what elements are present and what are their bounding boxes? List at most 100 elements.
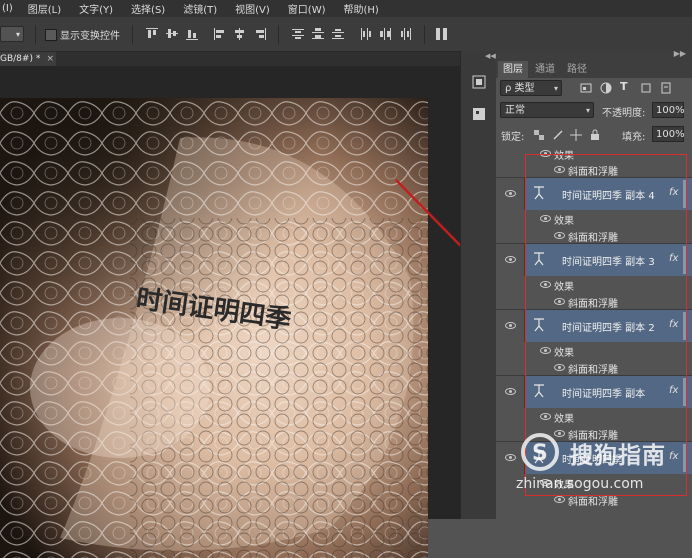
tab-layers[interactable]: 图层: [498, 61, 528, 78]
close-icon[interactable]: ×: [46, 52, 54, 66]
menu-item-help[interactable]: 帮助(H): [335, 1, 388, 16]
layer-effects-row[interactable]: 效果: [496, 342, 692, 359]
align-vcenter-icon[interactable]: [166, 28, 178, 40]
distribute-bottom-icon[interactable]: [332, 28, 344, 40]
distribute-vcenter-icon[interactable]: [312, 28, 324, 40]
divider: [132, 25, 133, 44]
menu-item-filter[interactable]: 滤镜(T): [174, 1, 226, 16]
tool-preset-dropdown[interactable]: ▾: [0, 26, 24, 42]
bevel-label: 斜面和浮雕: [568, 233, 618, 244]
opacity-input[interactable]: 100%: [652, 102, 685, 118]
fill-input[interactable]: 100%: [652, 126, 685, 142]
show-transform-checkbox[interactable]: [45, 29, 57, 41]
visibility-toggle[interactable]: [496, 442, 525, 474]
bevel-effect-row[interactable]: 斜面和浮雕: [496, 227, 692, 244]
options-bar: ▾ 显示变换控件: [0, 17, 692, 52]
layer-row[interactable]: 时间证明四季 副本 fx: [496, 375, 692, 408]
visibility-toggle[interactable]: [496, 178, 525, 210]
layer-effects-row[interactable]: 效果: [496, 408, 692, 425]
blend-mode-select[interactable]: 正常 ▾: [500, 102, 594, 118]
lock-pixels-icon[interactable]: [552, 129, 564, 141]
layer-filter-select[interactable]: ρ 类型 ▾: [500, 80, 562, 96]
effect-visibility-icon[interactable]: [554, 364, 565, 371]
effect-visibility-icon[interactable]: [554, 298, 565, 305]
text-layer-icon: [534, 186, 544, 200]
effect-visibility-icon[interactable]: [540, 347, 551, 354]
visibility-toggle[interactable]: [496, 376, 525, 408]
fx-icon[interactable]: fx: [669, 385, 678, 396]
shape-filter-icon[interactable]: [640, 82, 652, 94]
distribute-right-icon[interactable]: [400, 28, 412, 40]
menu-item-select[interactable]: 选择(S): [122, 1, 174, 16]
layer-filter-value: ρ 类型: [505, 83, 535, 94]
layer-effects-row[interactable]: 效果: [496, 474, 692, 491]
align-top-icon[interactable]: [146, 28, 158, 40]
layer-name: 时间证明四季 副本 4: [562, 191, 655, 202]
distribute-left-icon[interactable]: [360, 28, 372, 40]
menu-item-partial[interactable]: (I): [0, 3, 19, 14]
properties-panel-icon[interactable]: [467, 105, 491, 123]
menu-item-view[interactable]: 视图(V): [226, 1, 279, 16]
fx-icon[interactable]: fx: [669, 253, 678, 264]
blend-mode-value: 正常: [505, 105, 525, 116]
effect-visibility-icon[interactable]: [540, 479, 551, 486]
fx-icon[interactable]: fx: [669, 451, 678, 462]
effect-visibility-icon[interactable]: [554, 430, 565, 437]
effects-label: 效果: [554, 348, 574, 359]
smart-object-filter-icon[interactable]: [660, 82, 672, 94]
align-bottom-icon[interactable]: [186, 28, 198, 40]
bevel-effect-row[interactable]: 斜面和浮雕: [496, 425, 692, 442]
layer-scroll-grip: [683, 180, 687, 208]
layer-name: 时间证明四季 副本 2: [562, 323, 655, 334]
tab-paths[interactable]: 路径: [562, 61, 592, 78]
visibility-toggle[interactable]: [496, 310, 525, 342]
fx-icon[interactable]: fx: [669, 319, 678, 330]
lock-transparent-icon[interactable]: [534, 130, 544, 140]
effect-visibility-icon[interactable]: [540, 413, 551, 420]
effect-visibility-icon[interactable]: [540, 215, 551, 222]
layer-row[interactable]: 时间证明四季 副本 4 fx: [496, 177, 692, 210]
panel-collapse-icon[interactable]: ▶▶: [674, 49, 686, 58]
type-filter-icon[interactable]: T: [620, 80, 628, 93]
text-layer-icon: [534, 252, 544, 266]
align-right-icon[interactable]: [254, 28, 266, 40]
adjustment-filter-icon[interactable]: [600, 82, 612, 94]
bevel-effect-row[interactable]: 斜面和浮雕: [496, 293, 692, 310]
bevel-effect-row[interactable]: 斜面和浮雕: [496, 359, 692, 376]
effect-visibility-icon[interactable]: [554, 166, 565, 173]
effect-visibility-icon[interactable]: [554, 232, 565, 239]
document-tab[interactable]: GB/8#) * ×: [0, 52, 56, 66]
fx-icon[interactable]: fx: [669, 187, 678, 198]
layer-effects-row[interactable]: 效果: [496, 210, 692, 227]
opacity-label: 不透明度:: [602, 108, 646, 119]
bevel-effect-row[interactable]: 斜面和浮雕: [496, 161, 692, 178]
align-hcenter-icon[interactable]: [234, 28, 246, 40]
layer-row[interactable]: 时间证明四季 副本 3 fx: [496, 243, 692, 276]
history-panel-icon[interactable]: [467, 73, 491, 91]
menu-item-layer[interactable]: 图层(L): [19, 1, 70, 16]
bevel-label: 斜面和浮雕: [568, 299, 618, 310]
visibility-toggle[interactable]: [496, 244, 525, 276]
pixel-filter-icon[interactable]: [580, 82, 592, 94]
bevel-effect-row[interactable]: 斜面和浮雕: [496, 491, 692, 508]
menu-item-type[interactable]: 文字(Y): [70, 1, 122, 16]
effect-visibility-icon[interactable]: [554, 496, 565, 503]
align-left-icon[interactable]: [214, 28, 226, 40]
tab-channels[interactable]: 通道: [530, 61, 560, 78]
layer-effects-row[interactable]: 效果: [496, 276, 692, 293]
auto-align-icon[interactable]: [436, 28, 448, 40]
effect-visibility-icon[interactable]: [540, 150, 551, 157]
distribute-top-icon[interactable]: [292, 28, 304, 40]
layer-row[interactable]: 时间证明四季 fx: [496, 441, 692, 474]
layer-scroll-grip: [683, 246, 687, 274]
menu-item-window[interactable]: 窗口(W): [279, 1, 335, 16]
layer-row[interactable]: 时间证明四季 副本 2 fx: [496, 309, 692, 342]
effects-label: 效果: [554, 414, 574, 425]
lock-position-icon[interactable]: [570, 129, 582, 141]
divider: [424, 25, 425, 44]
divider: [35, 25, 36, 44]
effect-visibility-icon[interactable]: [540, 281, 551, 288]
distribute-hcenter-icon[interactable]: [380, 28, 392, 40]
lock-all-icon[interactable]: [590, 129, 600, 141]
collapse-icon[interactable]: ◀◀: [485, 52, 496, 60]
